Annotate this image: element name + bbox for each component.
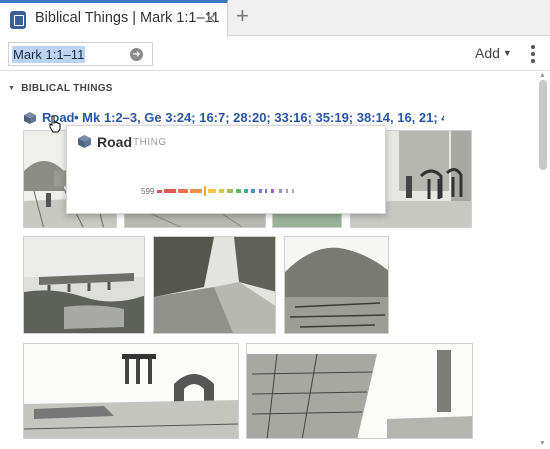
scroll-down-icon[interactable]: ▼ (539, 440, 546, 447)
chevron-down-icon: ▼ (502, 48, 512, 58)
image-river-bridge[interactable] (23, 236, 145, 334)
scroll-up-icon[interactable]: ▲ (539, 72, 546, 79)
reference-input[interactable]: Mark 1:1–11 ➜ (8, 42, 153, 66)
reference-value[interactable]: Mark 1:1–11 (12, 46, 86, 63)
thing-cube-icon (78, 135, 91, 148)
popup-kind: THING (133, 137, 167, 148)
add-label: Add (475, 45, 500, 61)
app-window: Biblical Things | Mark 1:1–11 ✕ + Mark 1… (0, 0, 550, 449)
tab-title: Biblical Things | Mark 1:1–11 (35, 10, 220, 26)
popup-title[interactable]: Road (97, 134, 132, 150)
image-canal[interactable] (153, 236, 276, 334)
image-hill-town[interactable] (284, 236, 389, 334)
close-icon[interactable]: ✕ (204, 9, 217, 29)
add-button[interactable]: Add ▼ (475, 45, 512, 61)
guide-icon (10, 11, 26, 29)
thing-cube-icon (24, 112, 36, 124)
occurrence-distribution-bar[interactable] (155, 184, 315, 198)
tab-biblical-things[interactable]: Biblical Things | Mark 1:1–11 ✕ (0, 0, 228, 37)
go-arrow-icon[interactable]: ➜ (130, 48, 143, 61)
section-title: BIBLICAL THINGS (21, 83, 113, 94)
entry-references-link[interactable]: • Mk 1:2–3, Ge 3:24; 16:7; 28:20; 33:16;… (74, 110, 444, 125)
scrollbar-thumb[interactable] (539, 80, 547, 170)
occurrence-count: 599 (141, 187, 155, 196)
toolbar: Mark 1:1–11 ➜ Add ▼ (0, 37, 550, 71)
hand-cursor-icon (49, 115, 61, 133)
more-options-icon[interactable] (531, 45, 535, 63)
tab-strip: Biblical Things | Mark 1:1–11 ✕ + (0, 0, 550, 37)
entry-popup: Road THING 599 (66, 125, 386, 214)
collapse-caret-icon[interactable]: ▼ (8, 85, 15, 92)
image-paved-road-column[interactable] (246, 343, 473, 439)
section-header[interactable]: ▼ BIBLICAL THINGS (8, 83, 113, 94)
image-temple-ruins[interactable] (23, 343, 239, 439)
add-tab-button[interactable]: + (236, 4, 249, 28)
